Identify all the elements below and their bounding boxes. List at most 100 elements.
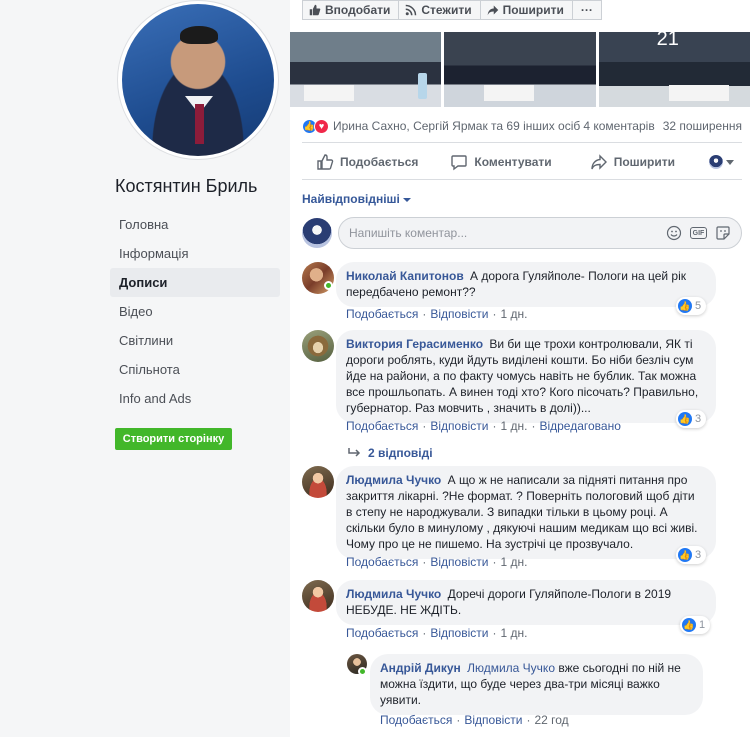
page-title[interactable]: Костянтин Бриль	[115, 176, 257, 197]
comment-author[interactable]: Людмила Чучко	[346, 473, 441, 487]
like-reaction-icon: 👍	[682, 618, 696, 632]
comment-reply-link[interactable]: Відповісти	[430, 626, 488, 640]
chevron-down-icon	[726, 159, 734, 165]
comment-composer: GIF	[302, 217, 742, 249]
comment-like-link[interactable]: Подобається	[346, 307, 418, 321]
comment-label: Коментувати	[474, 155, 552, 169]
comment-bubble-icon	[451, 155, 468, 171]
post-photos: 21	[290, 32, 750, 107]
comment-reactions[interactable]: 👍 3	[676, 410, 707, 428]
nav-item-info-ads[interactable]: Info and Ads	[110, 384, 280, 413]
comment-reply-link[interactable]: Відповісти	[430, 555, 488, 569]
post-photo-3[interactable]: 21	[598, 32, 750, 107]
create-page-button[interactable]: Створити сторінку	[115, 428, 232, 450]
comment-input[interactable]	[349, 226, 658, 240]
post-action-bar: Подобається Коментувати Поширити	[302, 146, 742, 178]
comment-sort-dropdown[interactable]: Найвідповідніші	[302, 192, 411, 206]
reaction-icons[interactable]: 👍 ♥	[302, 118, 329, 134]
reactors-text[interactable]: Ирина Сахно, Сергій Ярмак та 69 інших ос…	[333, 119, 580, 133]
photo-overlay-text: 21	[656, 32, 679, 50]
comment-reactions[interactable]: 👍 5	[676, 297, 707, 315]
comment-avatar[interactable]	[302, 330, 334, 362]
view-replies-link[interactable]: 2 відповіді	[348, 446, 433, 460]
comment-edited-link[interactable]: Відредаговано	[539, 419, 620, 433]
comment-bubble: Николай Капитонов А дорога Гуляйполе- По…	[336, 262, 716, 307]
comment-reactions[interactable]: 👍 3	[676, 546, 707, 564]
comment-author[interactable]: Виктория Герасименко	[346, 337, 483, 351]
nav-item-videos[interactable]: Відео	[110, 297, 280, 326]
nav-item-info[interactable]: Інформація	[110, 239, 280, 268]
follow-button[interactable]: Стежити	[398, 0, 481, 20]
comment-bubble: Виктория Герасименко Ви би ще трохи конт…	[336, 330, 716, 423]
commenter-avatar[interactable]	[302, 218, 332, 248]
emoji-icon[interactable]	[666, 225, 682, 241]
post-as-selector[interactable]	[709, 155, 734, 169]
reactions-summary: 👍 ♥ Ирина Сахно, Сергій Ярмак та 69 інши…	[302, 118, 742, 134]
reply-mention[interactable]: Людмила Чучко	[467, 661, 555, 675]
comment-author[interactable]: Николай Капитонов	[346, 269, 464, 283]
comment-meta: Подобається · Відповісти · 1 дн.	[346, 555, 528, 569]
comment-bubble: Андрій Дикун Людмила Чучко вже сьогодні …	[370, 654, 703, 715]
comment-author[interactable]: Андрій Дикун	[380, 661, 461, 675]
rss-icon	[406, 4, 417, 16]
replies-count-label: 2 відповіді	[368, 446, 433, 460]
comment-time[interactable]: 1 дн.	[500, 307, 527, 321]
comment-author[interactable]: Людмила Чучко	[346, 587, 441, 601]
engagement-counts: 4 коментарів 32 поширення	[583, 119, 742, 133]
like-button[interactable]: Подобається	[316, 153, 418, 171]
left-column: Костянтин Бриль Головна Інформація Допис…	[0, 0, 290, 737]
comment-like-link[interactable]: Подобається	[346, 419, 418, 433]
like-page-label: Вподобати	[325, 3, 391, 17]
comment-meta: Подобається · Відповісти · 1 дн.	[346, 307, 528, 321]
like-reaction-icon: 👍	[678, 412, 692, 426]
nav-item-posts[interactable]: Дописи	[110, 268, 280, 297]
follow-label: Стежити	[421, 3, 472, 17]
nav-item-photos[interactable]: Світлини	[110, 326, 280, 355]
like-page-button[interactable]: Вподобати	[302, 0, 400, 20]
comment-input-box: GIF	[338, 217, 742, 249]
comment-reply-link[interactable]: Відповісти	[464, 713, 522, 727]
nav-item-home[interactable]: Головна	[110, 210, 280, 239]
share-label: Поширити	[613, 155, 675, 169]
profile-avatar[interactable]	[117, 0, 279, 160]
caret-down-icon	[402, 197, 411, 202]
nav-item-community[interactable]: Спільнота	[110, 355, 280, 384]
comments-count[interactable]: 4 коментарів	[583, 119, 654, 133]
shares-count[interactable]: 32 поширення	[663, 119, 742, 133]
heart-reaction-icon: ♥	[314, 118, 329, 134]
comment-reaction-count: 5	[695, 300, 702, 312]
more-options-button[interactable]: ···	[571, 0, 602, 20]
comment-reply-link[interactable]: Відповісти	[430, 307, 488, 321]
share-page-label: Поширити	[502, 3, 564, 17]
comment-reaction-count: 3	[695, 413, 702, 425]
comment-reactions[interactable]: 👍 1	[680, 616, 711, 634]
comment-avatar[interactable]	[302, 466, 334, 498]
sort-label: Найвідповідніші	[302, 192, 400, 206]
comment-avatar[interactable]	[302, 580, 334, 612]
share-button[interactable]: Поширити	[590, 153, 675, 171]
gif-icon[interactable]: GIF	[690, 227, 707, 239]
comment-button[interactable]: Коментувати	[450, 153, 552, 171]
share-arrow-outline-icon	[590, 154, 607, 170]
comment-reaction-count: 1	[699, 619, 706, 631]
sticker-icon[interactable]	[715, 225, 731, 241]
comment-bubble: Людмила Чучко А що ж не написали за підн…	[336, 466, 716, 559]
comment-time[interactable]: 1 дн.	[500, 419, 527, 433]
comment-like-link[interactable]: Подобається	[346, 555, 418, 569]
comment-meta: Подобається · Відповісти · 1 дн. · Відредаг…	[346, 419, 621, 433]
more-icon: ···	[580, 3, 593, 17]
post-photo-2[interactable]	[444, 32, 596, 107]
comment-like-link[interactable]: Подобається	[346, 626, 418, 640]
like-label: Подобається	[340, 155, 419, 169]
comment-reply-link[interactable]: Відповісти	[430, 419, 488, 433]
comment-time[interactable]: 1 дн.	[500, 555, 527, 569]
share-page-button[interactable]: Поширити	[479, 0, 573, 20]
comment-like-link[interactable]: Подобається	[380, 713, 452, 727]
share-arrow-icon	[487, 5, 498, 16]
comment-time[interactable]: 1 дн.	[500, 626, 527, 640]
online-indicator	[324, 281, 333, 290]
post-photo-1[interactable]	[290, 32, 442, 107]
comment-time[interactable]: 22 год	[534, 713, 568, 727]
post-card: Вподобати Стежити Поширити ··· 21 👍 ♥ Ир…	[290, 0, 750, 737]
comment-bubble: Людмила Чучко Доречі дороги Гуляйполе-По…	[336, 580, 716, 625]
